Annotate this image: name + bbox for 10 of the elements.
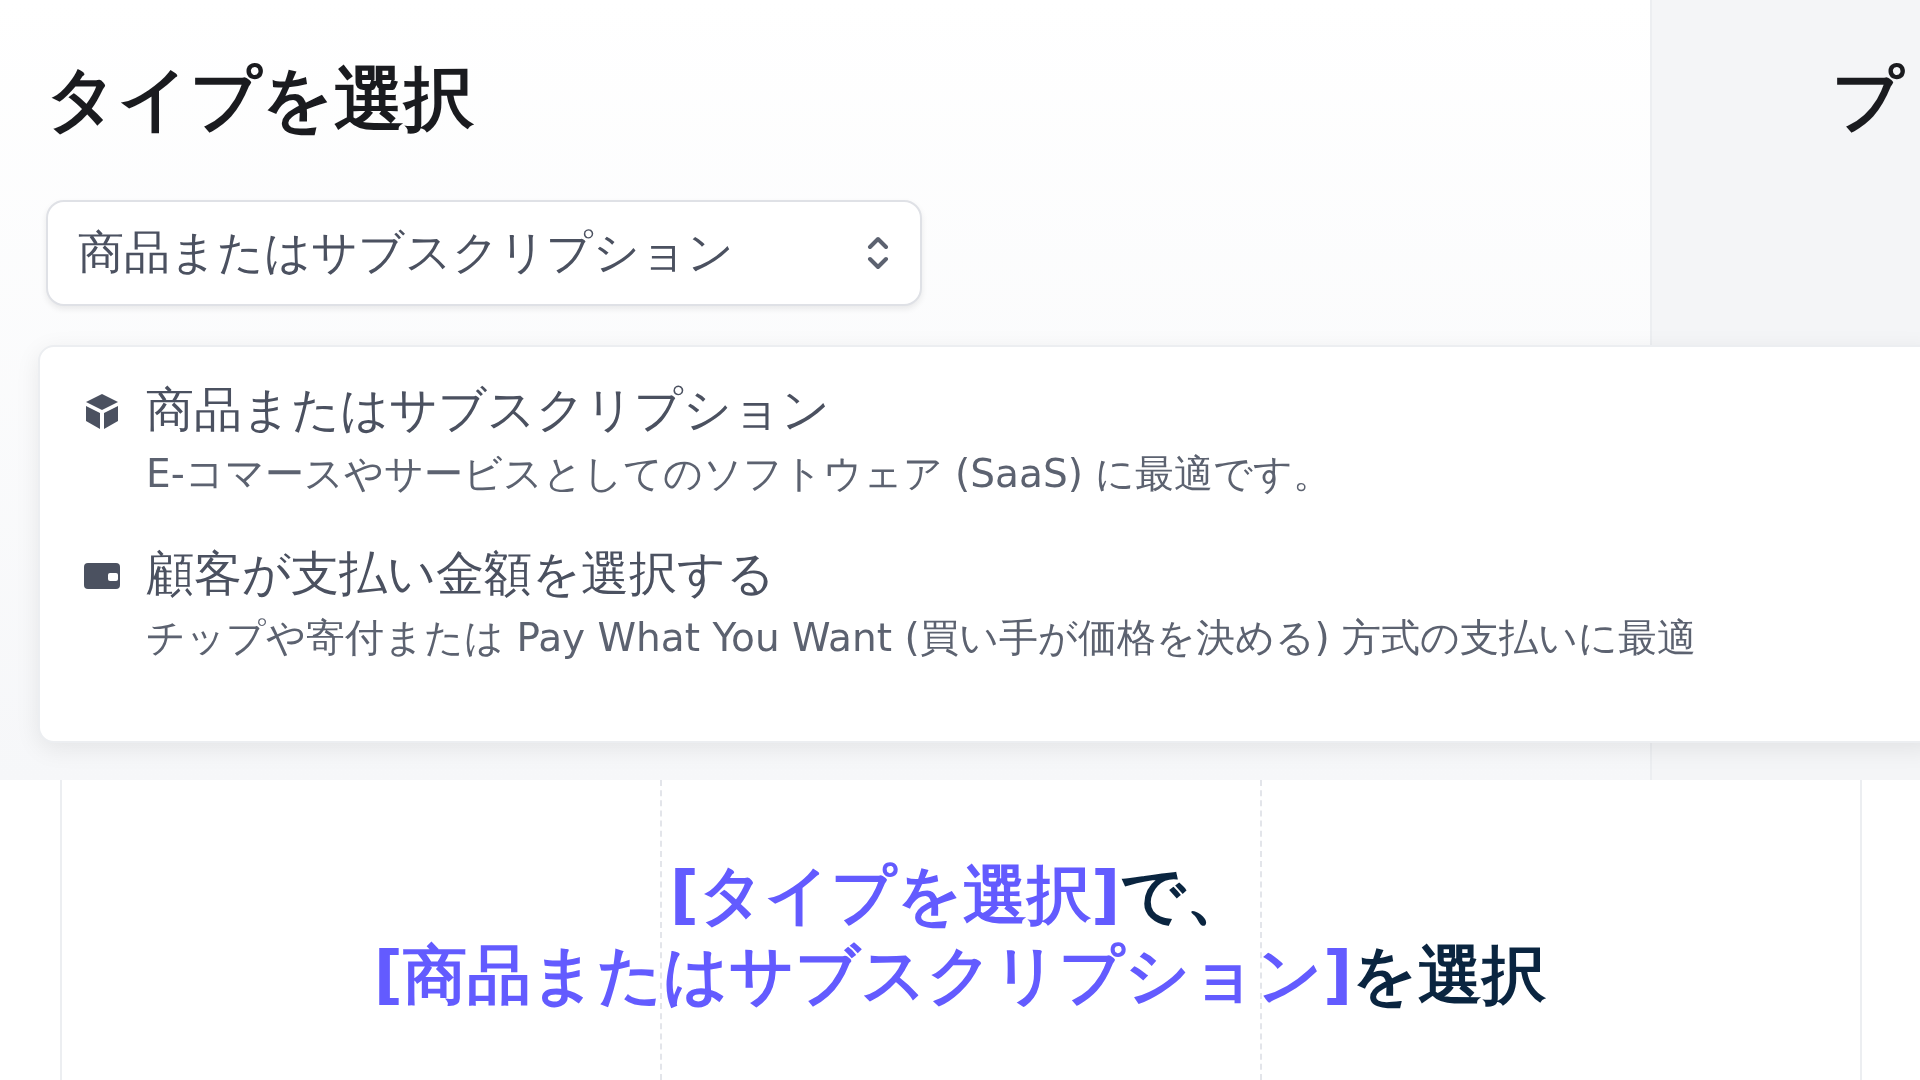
option-label: 商品またはサブスクリプション <box>146 380 831 439</box>
option-label: 顧客が支払い金額を選択する <box>146 544 776 604</box>
caption-text: [タイプを選択]で、 [商品またはサブスクリプション]を選択 <box>373 857 1547 1014</box>
type-select[interactable]: 商品またはサブスクリプション <box>46 200 922 306</box>
menu-option[interactable]: 商品またはサブスクリプション E-コマースやサービスとしてのソフトウェア (SaaS) に最適です。 <box>82 375 1920 504</box>
section-title: プ <box>1832 57 1906 142</box>
option-description: チップや寄付または Pay What You Want (買い手が価格を決める) 方式の支払いに最適 <box>146 613 1697 662</box>
menu-option[interactable]: 顧客が支払い金額を選択する チップや寄付または Pay What You Want (買い手が価格を決める) 方式の支払いに最適 <box>82 539 1920 668</box>
section-title: タイプを選択 <box>46 57 475 142</box>
option-description: E-コマースやサービスとしてのソフトウェア (SaaS) に最適です。 <box>146 449 1333 498</box>
